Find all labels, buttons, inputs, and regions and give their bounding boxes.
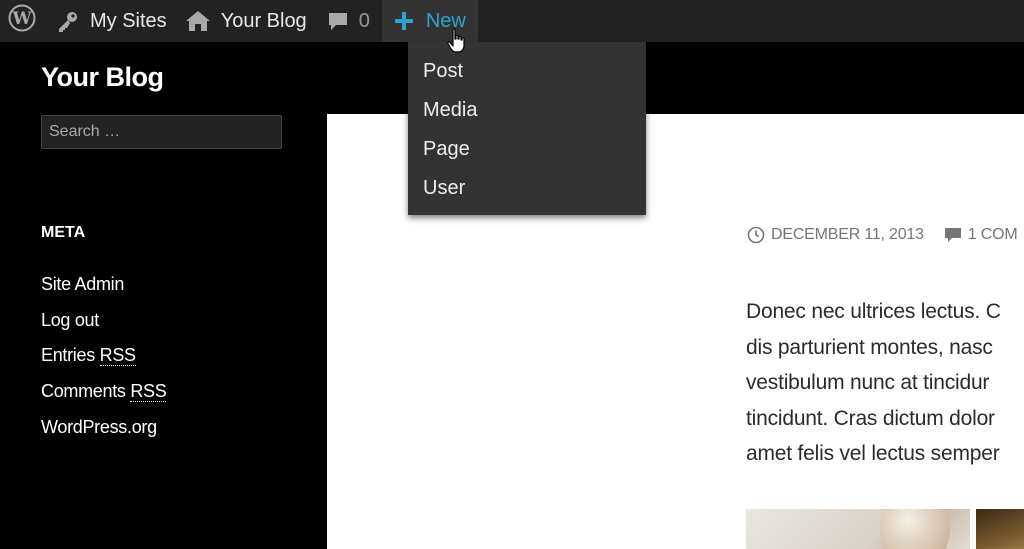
rss-abbr: RSS (130, 381, 167, 403)
plus-icon (394, 11, 414, 31)
site-title[interactable]: Your Blog (41, 62, 164, 93)
new-user-item[interactable]: User (408, 169, 646, 208)
my-sites-label: My Sites (90, 9, 167, 32)
home-icon (185, 9, 211, 33)
new-media-item[interactable]: Media (408, 91, 646, 130)
key-icon (56, 9, 80, 33)
site-admin-link[interactable]: Site Admin (41, 274, 166, 310)
entry-line: dis parturient montes, nasc (746, 335, 993, 359)
admin-bar: W My Sites Your Blog 0 New (0, 0, 1024, 42)
gallery-image[interactable] (746, 509, 970, 549)
wordpress-logo-icon: W (8, 4, 36, 38)
meta-links-list: Site Admin Log out Entries RSS Comments … (41, 274, 167, 453)
your-blog-label: Your Blog (220, 9, 307, 32)
entry-line: vestibulum nunc at tincidur (746, 371, 990, 394)
comment-bubble-icon (327, 10, 349, 32)
entry-meta: DECEMBER 11, 2013 1 COM (747, 226, 1018, 244)
entry-content: Donec nec ultrices lectus. C dis parturi… (746, 294, 1024, 472)
gallery-image[interactable] (976, 509, 1024, 549)
entry-line: amet felis vel lectus semper (746, 442, 1000, 465)
new-label: New (425, 9, 466, 32)
meta-heading: META (41, 224, 86, 241)
entry-line: Donec nec ultrices lectus. C (746, 300, 1001, 323)
new-post-item[interactable]: Post (408, 52, 646, 91)
post-date-link[interactable]: DECEMBER 11, 2013 (771, 226, 924, 244)
svg-text:W: W (11, 9, 32, 29)
wordpress-org-link[interactable]: WordPress.org (41, 417, 166, 453)
my-sites-menu[interactable]: My Sites (46, 0, 181, 42)
new-content-menu[interactable]: New (381, 0, 478, 42)
entry-line: tincidunt. Cras dictum dolor (746, 406, 995, 430)
comment-icon (944, 226, 962, 244)
comments-label: Comments (41, 381, 126, 402)
your-blog-menu[interactable]: Your Blog (181, 0, 321, 42)
post-gallery (746, 509, 1024, 549)
log-out-link[interactable]: Log out (41, 310, 166, 346)
entries-rss-link[interactable]: Entries RSS (41, 345, 166, 381)
comments-count: 0 (358, 9, 370, 32)
clock-icon (747, 226, 765, 244)
comments-menu[interactable]: 0 (321, 0, 382, 42)
entries-label: Entries (41, 345, 95, 366)
wordpress-logo-menu[interactable]: W (0, 0, 46, 42)
comments-link[interactable]: 1 COM (968, 226, 1018, 244)
new-content-dropdown: Post Media Page User (408, 42, 646, 215)
rss-abbr: RSS (99, 345, 136, 367)
new-page-item[interactable]: Page (408, 130, 646, 169)
search-input[interactable] (41, 115, 282, 149)
comments-rss-link[interactable]: Comments RSS (41, 381, 167, 417)
